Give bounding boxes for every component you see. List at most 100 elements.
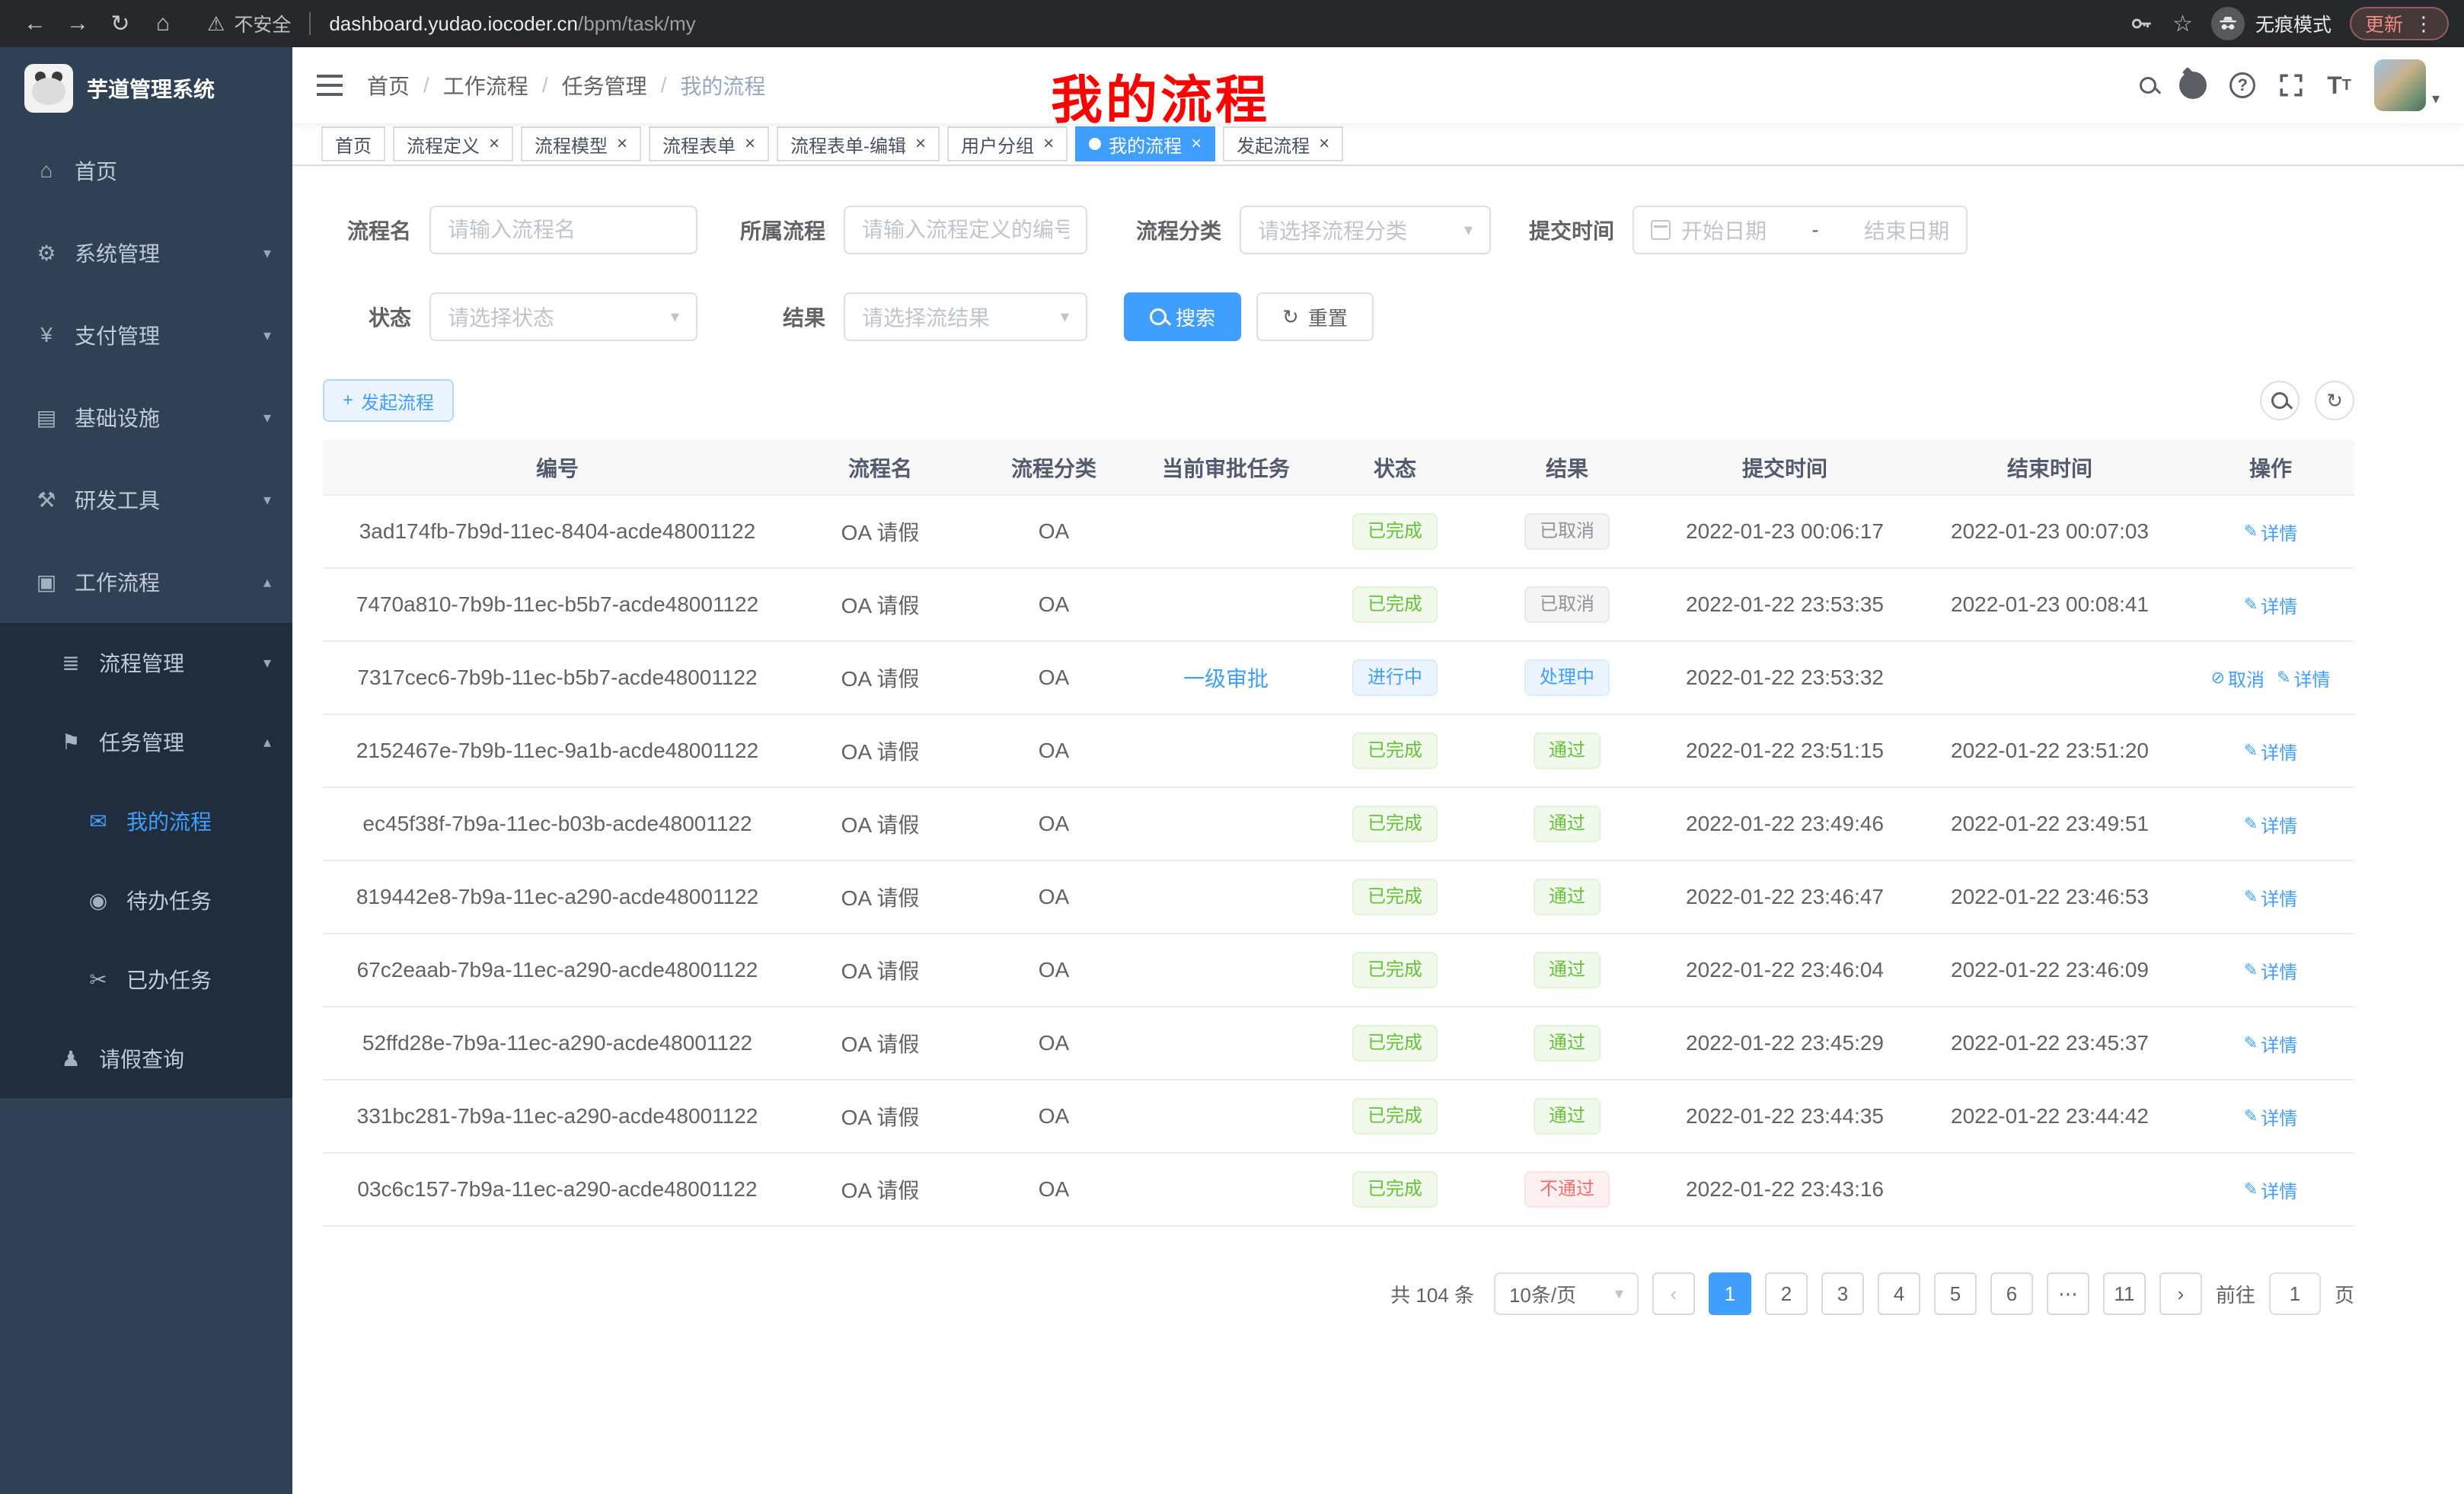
- cancel-icon: ⊘: [2211, 668, 2225, 688]
- sidebar-item-leave-query[interactable]: ♟ 请假查询: [0, 1019, 292, 1098]
- tab-close-icon[interactable]: ×: [915, 135, 926, 153]
- tab-close-icon[interactable]: ×: [1191, 135, 1202, 153]
- action-label: 取消: [2228, 665, 2265, 691]
- detail-link[interactable]: ✎详情: [2244, 738, 2297, 765]
- tab-label: 流程模型: [535, 131, 608, 158]
- page-number[interactable]: 2: [1765, 1272, 1808, 1315]
- breadcrumb-item[interactable]: 任务管理: [562, 70, 647, 101]
- cell-category: OA: [969, 714, 1139, 787]
- sidebar-item-done-tasks[interactable]: ✂ 已办任务: [0, 940, 292, 1019]
- cell-end-time: 2022-01-22 23:46:53: [1913, 860, 2187, 934]
- workflow-icon: ▣: [34, 570, 59, 595]
- page-number[interactable]: 3: [1821, 1272, 1864, 1315]
- cancel-link[interactable]: ⊘取消: [2211, 665, 2265, 691]
- create-process-button[interactable]: + 发起流程: [323, 379, 454, 422]
- detail-link[interactable]: ✎详情: [2244, 519, 2297, 545]
- user-avatar[interactable]: ▾: [2374, 59, 2440, 111]
- cell-actions: ✎详情: [2187, 568, 2354, 641]
- toggle-search-button[interactable]: [2260, 381, 2300, 420]
- cell-status: 已完成: [1313, 934, 1477, 1007]
- next-page-button[interactable]: ›: [2159, 1272, 2202, 1315]
- sidebar-item-workflow[interactable]: ▣ 工作流程 ▴: [0, 541, 292, 623]
- reset-button[interactable]: ↻ 重置: [1256, 292, 1374, 341]
- detail-link[interactable]: ✎详情: [2244, 1176, 2297, 1203]
- fullscreen-icon[interactable]: [2278, 72, 2304, 98]
- result-label: 结果: [722, 302, 844, 332]
- refresh-icon: ↻: [2326, 389, 2343, 413]
- detail-link[interactable]: ✎详情: [2244, 811, 2297, 838]
- tab-close-icon[interactable]: ×: [617, 135, 627, 153]
- page-number[interactable]: 1: [1709, 1272, 1751, 1315]
- page-number[interactable]: 11: [2103, 1272, 2146, 1315]
- page-content: 流程名 所属流程 流程分类 请选择流程分类 ▾: [292, 166, 2464, 1315]
- tab-label: 首页: [335, 131, 372, 158]
- tab-close-icon[interactable]: ×: [1319, 135, 1329, 153]
- tab-item[interactable]: 流程定义×: [393, 126, 513, 161]
- tab-close-icon[interactable]: ×: [1043, 135, 1054, 153]
- breadcrumb-separator: /: [661, 73, 667, 97]
- sidebar-item-infrastructure[interactable]: ▤ 基础设施 ▾: [0, 376, 292, 458]
- tab-item[interactable]: 流程模型 ×: [521, 126, 641, 161]
- detail-link[interactable]: ✎详情: [2277, 665, 2330, 691]
- page-size-select[interactable]: 10条/页 ▾: [1494, 1272, 1639, 1315]
- detail-link[interactable]: ✎详情: [2244, 884, 2297, 911]
- sidebar-item-home[interactable]: ⌂ 首页: [0, 129, 292, 212]
- sidebar-item-todo-tasks[interactable]: ◉ 待办任务: [0, 860, 292, 940]
- goto-label: 前往: [2216, 1280, 2255, 1308]
- breadcrumb-item[interactable]: 首页: [367, 70, 410, 101]
- browser-back-button[interactable]: ←: [15, 4, 55, 43]
- help-icon[interactable]: ?: [2229, 72, 2255, 98]
- tab-close-icon[interactable]: ×: [489, 135, 500, 153]
- goto-page-input[interactable]: [2269, 1272, 2321, 1315]
- bookmark-star-icon[interactable]: ☆: [2172, 11, 2193, 37]
- result-select[interactable]: 请选择流结果 ▾: [844, 292, 1087, 341]
- header-search-button[interactable]: [2140, 77, 2156, 94]
- detail-link[interactable]: ✎详情: [2244, 957, 2297, 984]
- tab-close-icon[interactable]: ×: [745, 135, 755, 153]
- prev-page-button[interactable]: ‹: [1652, 1272, 1695, 1315]
- page-ellipsis[interactable]: ⋯: [2047, 1272, 2089, 1315]
- browser-reload-button[interactable]: ↻: [101, 4, 140, 43]
- filter-submit-time: 提交时间 开始日期 - 结束日期: [1515, 206, 1968, 254]
- address-bar[interactable]: dashboard.yudao.iocoder.cn/bpm/task/my: [329, 12, 695, 36]
- sidebar-item-payment-management[interactable]: ¥ 支付管理 ▾: [0, 294, 292, 376]
- result-tag: 不通过: [1524, 1171, 1610, 1208]
- page-number[interactable]: 4: [1878, 1272, 1920, 1315]
- sidebar-item-process-management[interactable]: ≣ 流程管理 ▾: [0, 623, 292, 702]
- github-icon[interactable]: [2179, 72, 2207, 99]
- sidebar-item-my-process[interactable]: ✉ 我的流程: [0, 781, 292, 860]
- browser-home-button[interactable]: ⌂: [143, 4, 183, 43]
- tab-item[interactable]: 用户分组×: [947, 126, 1068, 161]
- process-name-input[interactable]: [429, 206, 697, 254]
- cell-process-name: OA 请假: [792, 787, 969, 860]
- hamburger-icon[interactable]: [317, 75, 343, 96]
- detail-link[interactable]: ✎详情: [2244, 592, 2297, 618]
- font-size-icon[interactable]: TT: [2327, 73, 2351, 97]
- cell-category: OA: [969, 787, 1139, 860]
- sidebar-item-system-management[interactable]: ⚙ 系统管理 ▾: [0, 212, 292, 294]
- security-indicator[interactable]: ⚠ 不安全: [207, 10, 291, 37]
- submit-time-range[interactable]: 开始日期 - 结束日期: [1633, 206, 1968, 254]
- search-button[interactable]: 搜索: [1124, 292, 1241, 341]
- category-select[interactable]: 请选择流程分类 ▾: [1240, 206, 1491, 254]
- current-task-link[interactable]: 一级审批: [1183, 667, 1269, 691]
- page-number[interactable]: 5: [1934, 1272, 1977, 1315]
- detail-link[interactable]: ✎详情: [2244, 1030, 2297, 1057]
- breadcrumb-item[interactable]: 工作流程: [443, 70, 528, 101]
- process-definition-input[interactable]: [844, 206, 1087, 254]
- tab-item[interactable]: 流程表单×: [649, 126, 769, 161]
- cell-actions: ✎详情: [2187, 1007, 2354, 1080]
- tab-item[interactable]: 首页: [321, 126, 385, 161]
- sidebar-item-task-management[interactable]: ⚑ 任务管理 ▴: [0, 702, 292, 781]
- password-key-icon[interactable]: [2128, 11, 2154, 37]
- edit-icon: ✎: [2244, 1180, 2258, 1199]
- refresh-table-button[interactable]: ↻: [2315, 381, 2354, 420]
- tab-item[interactable]: 流程表单-编辑×: [777, 126, 940, 161]
- cell-id: 03c6c157-7b9a-11ec-a290-acde48001122: [323, 1153, 792, 1226]
- browser-forward-button[interactable]: →: [58, 4, 97, 43]
- detail-link[interactable]: ✎详情: [2244, 1103, 2297, 1130]
- sidebar-item-devtools[interactable]: ⚒ 研发工具 ▾: [0, 458, 292, 541]
- page-number[interactable]: 6: [1990, 1272, 2033, 1315]
- browser-update-button[interactable]: 更新 ⋮: [2350, 7, 2449, 40]
- status-select[interactable]: 请选择状态 ▾: [429, 292, 697, 341]
